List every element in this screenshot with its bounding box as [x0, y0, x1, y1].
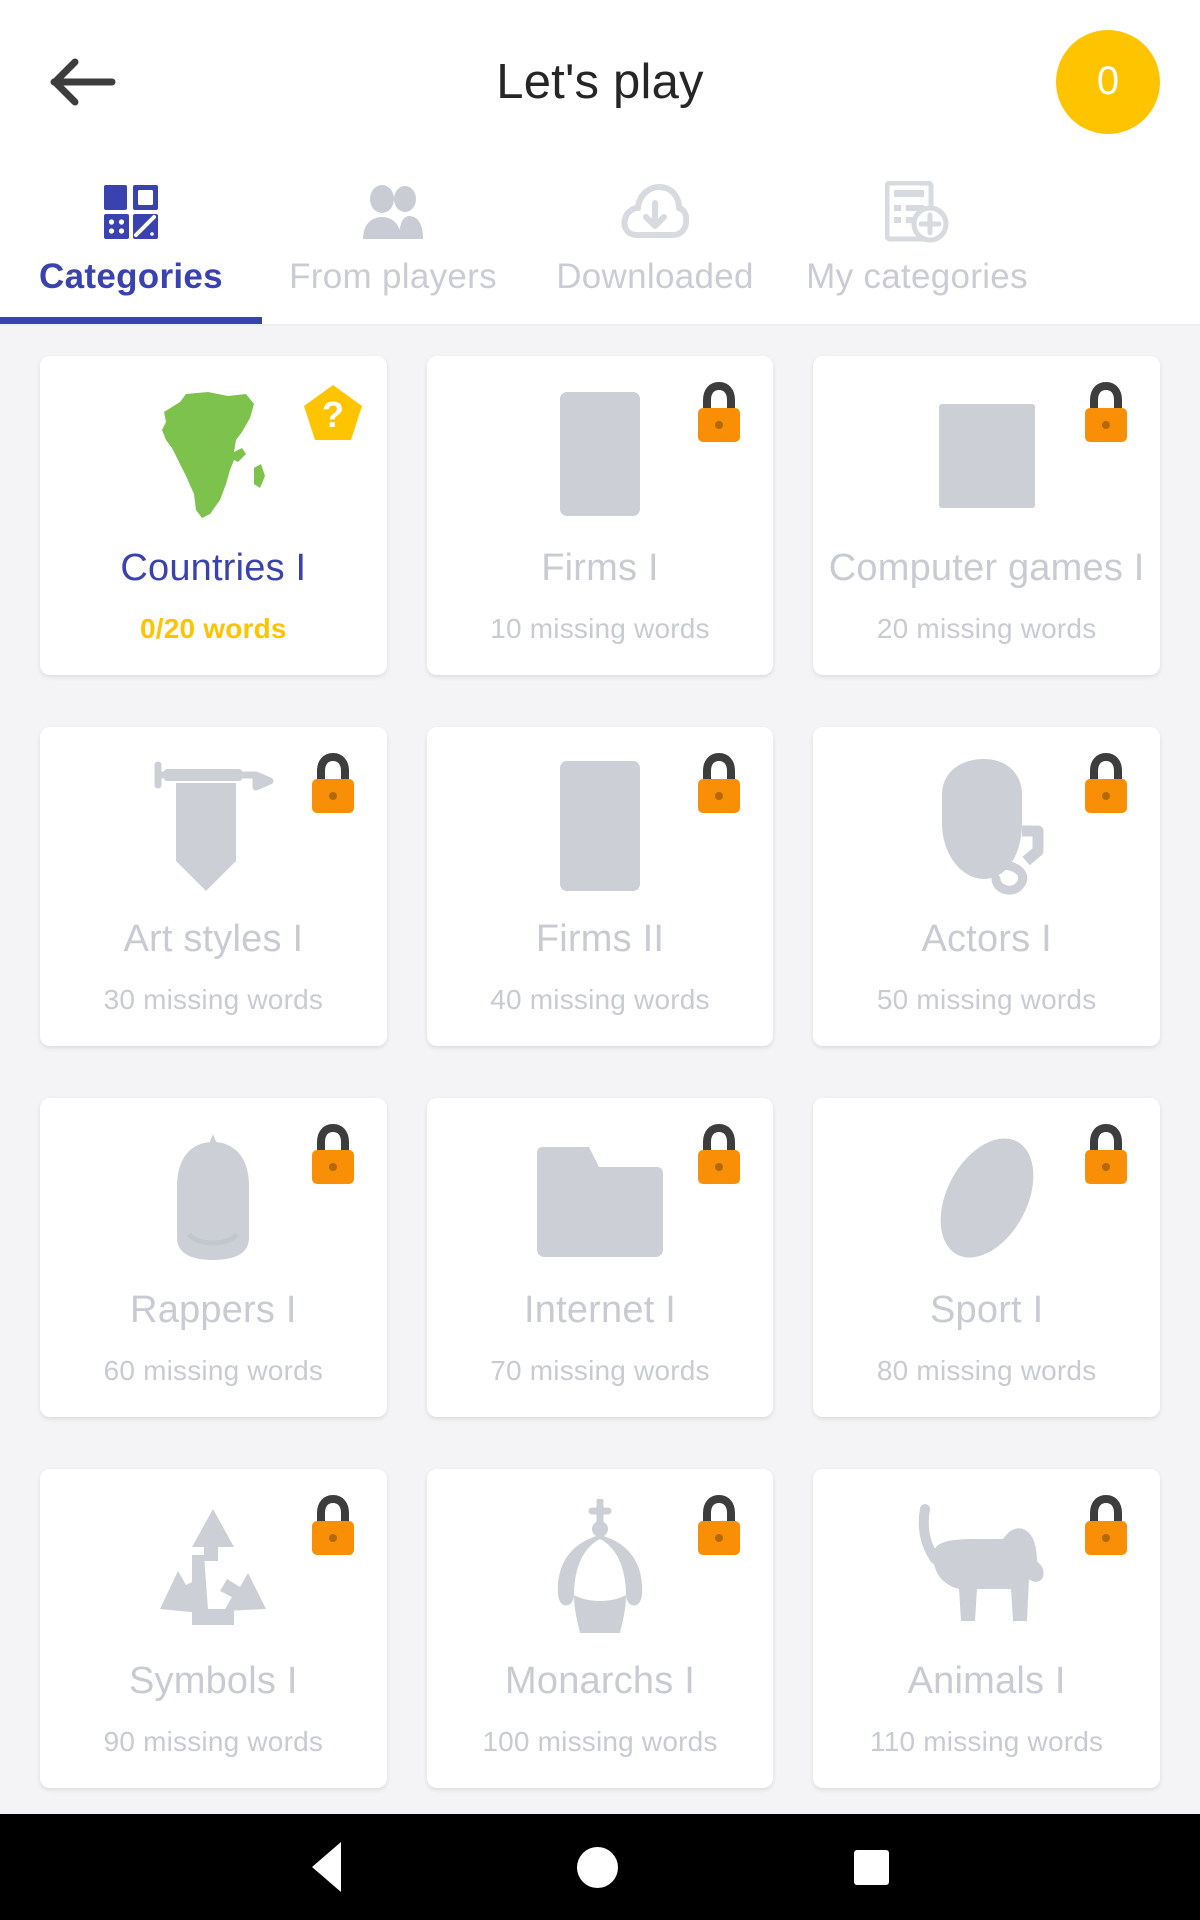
- categories-grid: ? Countries I 0/20 words Firms I 10 miss…: [40, 356, 1160, 1788]
- score-badge[interactable]: 0: [1056, 29, 1160, 134]
- nav-home-icon[interactable]: [576, 1846, 618, 1888]
- nav-back-icon[interactable]: [311, 1842, 341, 1892]
- lock-icon: [301, 1495, 365, 1559]
- tab-from-players-label: From players: [289, 257, 497, 296]
- category-subtitle: 0/20 words: [139, 613, 287, 644]
- category-subtitle: 70 missing words: [490, 1355, 710, 1386]
- category-card[interactable]: Internet I 70 missing words: [426, 1098, 774, 1417]
- lock-icon: [301, 753, 365, 817]
- category-subtitle: 20 missing words: [876, 613, 1097, 644]
- category-card[interactable]: Monarchs I 100 missing words: [426, 1469, 774, 1788]
- category-card[interactable]: ? Countries I 0/20 words: [40, 356, 387, 675]
- category-subtitle: 100 missing words: [482, 1726, 718, 1757]
- nav-recents-icon[interactable]: [853, 1849, 889, 1885]
- back-button[interactable]: [40, 39, 126, 125]
- category-card[interactable]: Symbols I 90 missing words: [40, 1469, 387, 1788]
- lock-icon: [687, 1124, 751, 1188]
- category-title: Firms I: [541, 547, 659, 589]
- category-subtitle: 110 missing words: [870, 1726, 1104, 1757]
- category-card[interactable]: Sport I 80 missing words: [813, 1098, 1160, 1417]
- arrow-left-icon: [50, 57, 116, 107]
- category-card[interactable]: Animals I 110 missing words: [813, 1469, 1160, 1788]
- category-subtitle: 80 missing words: [876, 1355, 1097, 1386]
- category-title: Animals I: [907, 1660, 1066, 1702]
- lock-icon: [1074, 1495, 1138, 1559]
- category-card[interactable]: Firms I 10 missing words: [426, 356, 774, 675]
- app-screen: Let's play 0 Categories From players Dow…: [0, 0, 1200, 1920]
- svg-text:?: ?: [322, 394, 344, 435]
- category-title: Symbols I: [129, 1660, 298, 1702]
- tab-categories-label: Categories: [39, 257, 223, 296]
- category-card[interactable]: Rappers I 60 missing words: [40, 1098, 387, 1417]
- people-icon: [357, 183, 429, 241]
- category-title: Actors I: [921, 918, 1052, 960]
- category-title: Computer games I: [828, 547, 1145, 589]
- active-tab-indicator: [0, 317, 262, 324]
- tab-my-categories[interactable]: My categories: [786, 163, 1048, 324]
- category-subtitle: 60 missing words: [103, 1355, 324, 1386]
- category-card[interactable]: Art styles I 30 missing words: [40, 727, 387, 1046]
- cloud-download-icon: [621, 183, 689, 241]
- tab-downloaded-label: Downloaded: [556, 257, 754, 296]
- category-title: Sport I: [929, 1289, 1044, 1331]
- category-title: Firms II: [535, 918, 665, 960]
- category-card[interactable]: Firms II 40 missing words: [426, 727, 774, 1046]
- tab-from-players[interactable]: From players: [262, 163, 524, 324]
- tab-bar: Categories From players Downloaded My ca…: [0, 163, 1200, 326]
- page-title: Let's play: [496, 54, 704, 109]
- app-bar: Let's play 0: [0, 0, 1200, 163]
- tab-downloaded[interactable]: Downloaded: [524, 163, 786, 324]
- category-title: Internet I: [524, 1289, 676, 1331]
- category-subtitle: 30 missing words: [103, 984, 324, 1015]
- category-subtitle: 50 missing words: [876, 984, 1097, 1015]
- lock-icon: [1074, 382, 1138, 446]
- categories-scroll-area[interactable]: ? Countries I 0/20 words Firms I 10 miss…: [0, 326, 1200, 1920]
- category-subtitle: 40 missing words: [490, 984, 710, 1015]
- grid-categories-icon: [102, 183, 160, 241]
- tab-my-categories-label: My categories: [806, 257, 1028, 296]
- category-subtitle: 10 missing words: [490, 613, 710, 644]
- category-card[interactable]: Computer games I 20 missing words: [813, 356, 1160, 675]
- category-subtitle: 90 missing words: [103, 1726, 324, 1757]
- lock-icon: [687, 1495, 751, 1559]
- tab-categories[interactable]: Categories: [0, 163, 262, 324]
- lock-icon: [1074, 753, 1138, 817]
- lock-icon: [687, 753, 751, 817]
- category-title: Monarchs I: [505, 1660, 695, 1702]
- category-title: Rappers I: [130, 1289, 297, 1331]
- lock-icon: [1074, 1124, 1138, 1188]
- category-title: Countries I: [120, 547, 307, 589]
- system-navigation-bar: [0, 1814, 1200, 1920]
- lock-icon: [301, 1124, 365, 1188]
- question-pentagon-icon: ?: [301, 382, 365, 446]
- lock-icon: [687, 382, 751, 446]
- category-title: Art styles I: [123, 918, 304, 960]
- add-list-icon: [885, 181, 949, 243]
- category-card[interactable]: Actors I 50 missing words: [813, 727, 1160, 1046]
